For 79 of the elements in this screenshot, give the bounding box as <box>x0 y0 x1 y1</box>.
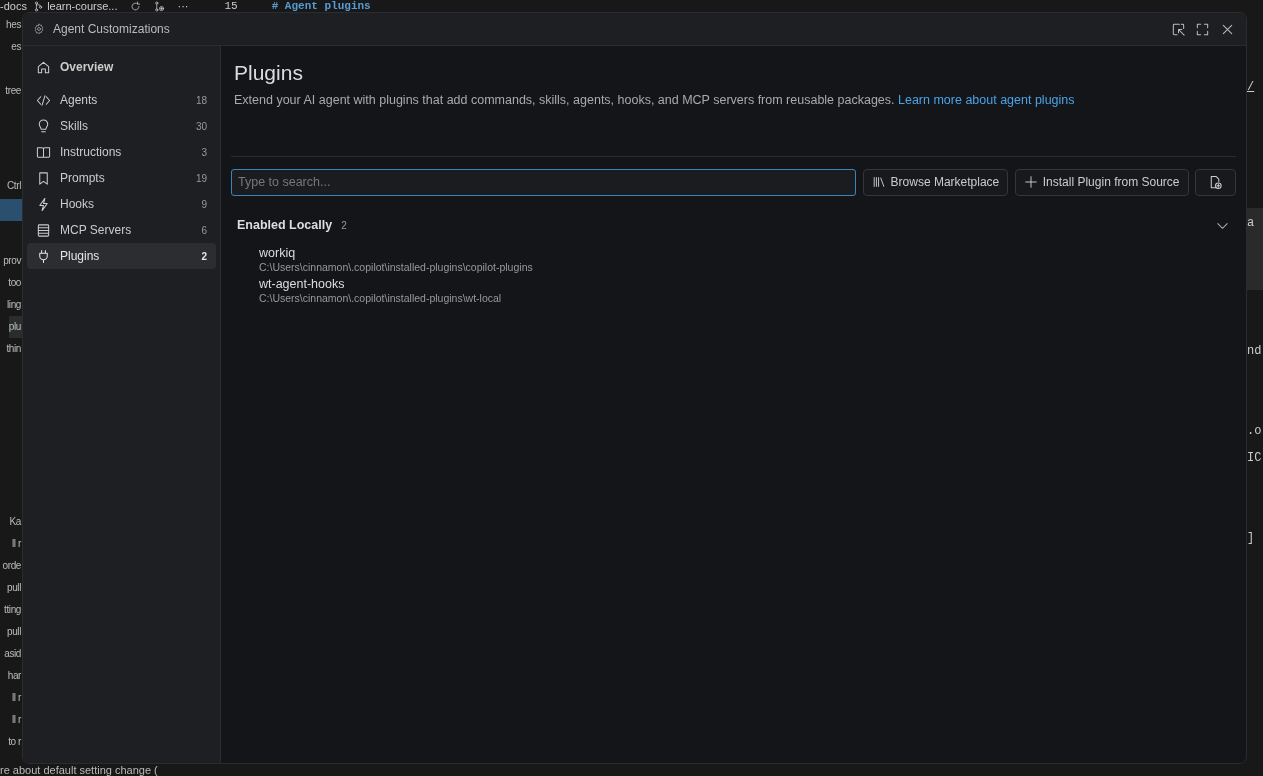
plugin-path: C:\Users\cinnamon\.copilot\installed-plugins\wt-local <box>259 291 503 305</box>
sidebar-item[interactable]: MCP Servers 6 <box>27 217 216 243</box>
item-count: 6 <box>201 223 207 238</box>
list-text[interactable]: ll r <box>12 687 22 709</box>
code-text: ] <box>1247 530 1256 547</box>
search-field[interactable]: Type to search... <box>231 168 857 196</box>
list-text[interactable]: Ctrl <box>7 175 22 197</box>
list-text[interactable]: har <box>7 665 22 687</box>
list-text[interactable]: to r <box>8 731 22 753</box>
plugin-path: C:\Users\cinnamon\.copilot\installed-plugins\copilot-plugins <box>259 260 534 274</box>
learn-more-link[interactable]: Learn more about agent plugins <box>898 93 1075 108</box>
list-text[interactable]: hes <box>6 14 22 36</box>
list-text[interactable]: Ka <box>9 511 22 533</box>
home-icon <box>36 59 51 75</box>
status-text: re about default setting change ( <box>0 764 158 776</box>
item-count: 19 <box>195 171 207 186</box>
code-text: .o <box>1247 423 1263 440</box>
item-count: 2 <box>201 249 207 264</box>
code-text: IC <box>1247 450 1263 467</box>
code-text: a <box>1247 208 1263 290</box>
page-title: Plugins <box>234 60 304 86</box>
line-number: 15 <box>224 0 238 12</box>
sidebar-item[interactable]: Prompts 19 <box>27 165 216 191</box>
sidebar-item[interactable]: Overview <box>27 54 216 80</box>
file-add-icon <box>1208 174 1223 190</box>
list-text[interactable]: orde <box>2 555 22 577</box>
sync-icon[interactable] <box>129 0 141 12</box>
list-text[interactable]: plu <box>8 316 22 338</box>
section-title: Enabled Locally <box>237 216 333 234</box>
list-text[interactable]: prov <box>3 250 22 272</box>
list-text[interactable]: tree <box>5 80 22 102</box>
branch-icon <box>32 0 44 12</box>
plugin-name[interactable]: wt-agent-hooks <box>259 275 1236 292</box>
list-text[interactable]: too <box>8 272 22 294</box>
sidebar-item[interactable]: Skills 30 <box>27 113 216 139</box>
list-text[interactable]: ll r <box>12 709 22 731</box>
item-count: 9 <box>201 197 207 212</box>
library-icon <box>871 175 886 190</box>
list-text[interactable]: pull <box>7 621 22 643</box>
maximize-icon <box>1195 21 1210 37</box>
list-text[interactable]: tting <box>4 599 22 621</box>
code-text: nd <box>1247 343 1263 360</box>
list-text[interactable]: ling <box>7 294 22 316</box>
more-button[interactable]: ··· <box>177 0 189 12</box>
list-text[interactable]: es <box>11 36 22 58</box>
repo-name[interactable]: -docs <box>0 0 27 12</box>
list-text[interactable]: asid <box>4 643 22 665</box>
selected-row-highlight <box>0 199 22 221</box>
code-icon <box>36 92 51 108</box>
bookmark-icon <box>36 170 51 186</box>
lightning-icon <box>36 196 51 212</box>
toolbar-button[interactable]: Install Plugin from Source <box>1014 168 1189 196</box>
list-text[interactable]: thin <box>6 338 22 360</box>
branch-status[interactable]: learn-course... <box>32 0 118 12</box>
dialog-title: Agent Customizations <box>53 21 170 38</box>
plugin-name[interactable]: workiq <box>259 244 1236 261</box>
item-count: 3 <box>201 145 207 160</box>
code-text: # Agent plugins <box>271 0 371 12</box>
page-description: Extend your AI agent with plugins that add commands, skills, agents, hooks, and MCP servers from reusable packages. Learn more about agent plugins <box>234 92 1076 110</box>
add-file-button[interactable] <box>1195 168 1236 196</box>
list-text[interactable]: ll r <box>12 533 22 555</box>
popout-icon <box>1170 21 1186 37</box>
book-icon <box>36 144 51 160</box>
gear-icon <box>33 23 45 35</box>
toolbar-button[interactable]: Browse Marketplace <box>862 168 1009 196</box>
sidebar-item[interactable]: Agents 18 <box>27 87 216 113</box>
item-count: 18 <box>195 93 207 108</box>
sidebar-item[interactable]: Plugins 2 <box>27 243 216 269</box>
plus-icon <box>1023 175 1038 190</box>
list-text[interactable]: pull <box>7 577 22 599</box>
git-compare-icon[interactable] <box>153 0 165 12</box>
code-text: / <box>1247 79 1256 96</box>
server-icon <box>36 222 51 238</box>
lightbulb-icon <box>36 118 51 134</box>
plug-icon <box>36 248 51 264</box>
section-count: 2 <box>341 218 347 233</box>
sidebar-item[interactable]: Hooks 9 <box>27 191 216 217</box>
item-count: 30 <box>195 119 207 134</box>
sidebar-item[interactable]: Instructions 3 <box>27 139 216 165</box>
